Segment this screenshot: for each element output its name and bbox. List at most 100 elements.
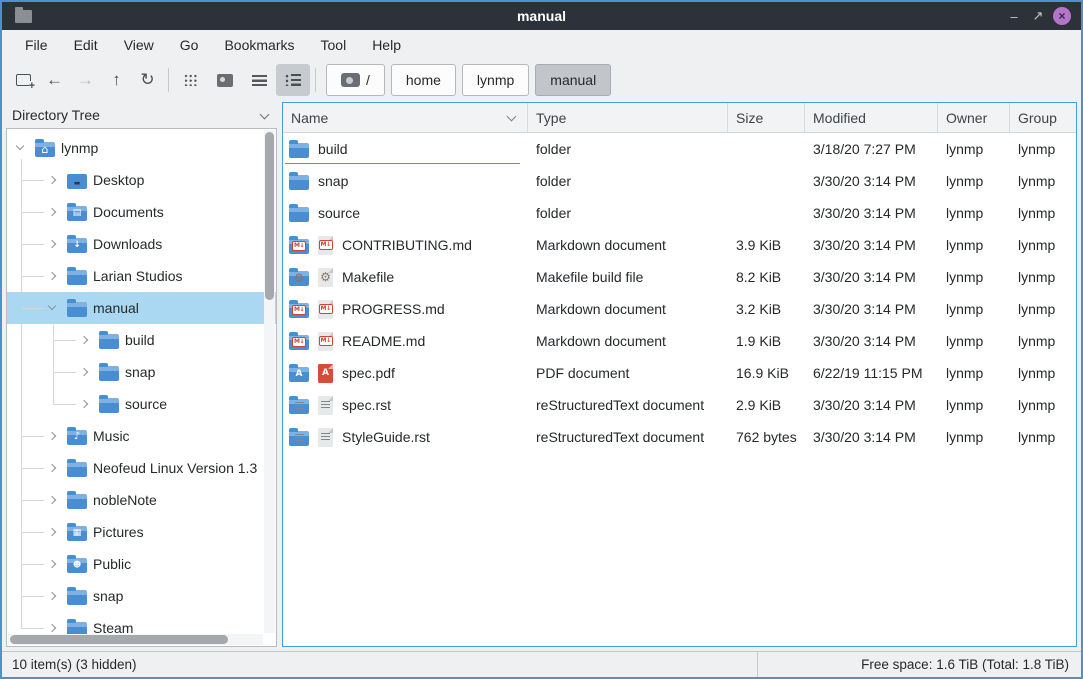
column-header-size[interactable]: Size — [728, 103, 805, 132]
file-owner: lynmp — [938, 205, 1010, 221]
file-name-cell[interactable]: PROGRESS.md — [283, 293, 528, 325]
file-row[interactable]: StyleGuide.rst reStructuredText document… — [283, 421, 1076, 453]
file-row[interactable]: Makefile Makefile build file 8.2 KiB 3/3… — [283, 261, 1076, 293]
tree-item[interactable]: snap — [7, 580, 276, 612]
minimize-button[interactable]: – — [1005, 7, 1023, 25]
expander-icon[interactable] — [45, 460, 61, 476]
menu-item[interactable]: Edit — [61, 33, 111, 57]
file-owner: lynmp — [938, 301, 1010, 317]
file-owner: lynmp — [938, 141, 1010, 157]
back-button[interactable]: ← — [39, 65, 70, 95]
column-header-modified[interactable]: Modified — [805, 103, 938, 132]
file-name-cell[interactable]: README.md — [283, 325, 528, 357]
tree-item[interactable]: snap — [7, 356, 276, 388]
menu-item[interactable]: View — [111, 33, 167, 57]
file-name-cell[interactable]: source — [283, 197, 528, 229]
up-button[interactable]: ↑ — [101, 65, 132, 95]
expander-icon[interactable] — [77, 396, 93, 412]
expander-icon[interactable] — [13, 140, 29, 156]
tree-item[interactable]: Neofeud Linux Version 1.3 — [7, 452, 276, 484]
file-name-cell[interactable]: Makefile — [283, 261, 528, 293]
expander-icon[interactable] — [45, 204, 61, 220]
tree-item[interactable]: build — [7, 324, 276, 356]
expander-icon[interactable] — [45, 428, 61, 444]
new-tab-icon — [16, 74, 31, 86]
scrollbar-thumb[interactable] — [265, 132, 274, 300]
document-icon — [318, 236, 333, 255]
menu-item[interactable]: Go — [167, 33, 212, 57]
file-name-cell[interactable]: CONTRIBUTING.md — [283, 229, 528, 261]
tree-vertical-scrollbar[interactable] — [264, 130, 275, 633]
file-row[interactable]: build folder 3/18/20 7:27 PM lynmp lynmp — [283, 133, 1076, 165]
file-list-header: Name Type Size Modified Owner Group — [283, 103, 1076, 133]
menu-item[interactable]: Tool — [308, 33, 360, 57]
file-name-cell[interactable]: snap — [283, 165, 528, 197]
directory-tree-header[interactable]: Directory Tree — [6, 102, 277, 128]
chevron-down-icon[interactable] — [261, 111, 269, 119]
file-name-cell[interactable]: StyleGuide.rst — [283, 421, 528, 453]
menu-item[interactable]: Help — [359, 33, 414, 57]
expander-icon[interactable] — [45, 268, 61, 284]
column-header-group[interactable]: Group — [1010, 103, 1076, 132]
file-owner: lynmp — [938, 237, 1010, 253]
close-button[interactable]: × — [1053, 7, 1071, 25]
column-header-name[interactable]: Name — [283, 103, 528, 132]
reload-button[interactable]: ↻ — [132, 65, 163, 95]
thumbnail-view-button[interactable] — [208, 64, 242, 96]
column-header-owner[interactable]: Owner — [938, 103, 1010, 132]
tree-item[interactable]: source — [7, 388, 276, 420]
tree-item[interactable]: Documents — [7, 196, 276, 228]
expander-icon[interactable] — [77, 332, 93, 348]
forward-button[interactable]: → — [70, 65, 101, 95]
document-icon — [318, 364, 333, 383]
menu-item[interactable]: Bookmarks — [211, 33, 307, 57]
tree-item[interactable]: lynmp — [7, 132, 276, 164]
maximize-button[interactable]: ↗ — [1029, 7, 1047, 25]
file-row[interactable]: PROGRESS.md Markdown document 3.2 KiB 3/… — [283, 293, 1076, 325]
path-segment-button[interactable]: / — [326, 64, 385, 96]
tree-item[interactable]: Pictures — [7, 516, 276, 548]
file-row[interactable]: source folder 3/30/20 3:14 PM lynmp lynm… — [283, 197, 1076, 229]
expander-icon[interactable] — [77, 364, 93, 380]
file-row[interactable]: CONTRIBUTING.md Markdown document 3.9 Ki… — [283, 229, 1076, 261]
path-segment-button[interactable]: home — [391, 64, 456, 96]
detailed-list-view-button[interactable] — [276, 64, 310, 96]
tree-item[interactable]: manual — [7, 292, 276, 324]
expander-icon[interactable] — [45, 236, 61, 252]
thumbnail-view-icon — [217, 74, 233, 87]
file-modified: 3/30/20 3:14 PM — [805, 205, 938, 221]
tree-item[interactable]: Public — [7, 548, 276, 580]
expander-icon[interactable] — [45, 492, 61, 508]
path-segment-button[interactable]: lynmp — [462, 64, 529, 96]
file-name-cell[interactable]: spec.pdf — [283, 357, 528, 389]
folder-glyph-icon — [67, 558, 87, 573]
expander-icon[interactable] — [45, 556, 61, 572]
file-row[interactable]: snap folder 3/30/20 3:14 PM lynmp lynmp — [283, 165, 1076, 197]
column-header-type[interactable]: Type — [528, 103, 728, 132]
file-row[interactable]: README.md Markdown document 1.9 KiB 3/30… — [283, 325, 1076, 357]
folder-icon — [289, 431, 309, 446]
path-segment-button[interactable]: manual — [535, 64, 611, 96]
expander-icon[interactable] — [45, 300, 61, 316]
expander-icon[interactable] — [45, 588, 61, 604]
tree-item[interactable]: Music — [7, 420, 276, 452]
tree-item[interactable]: nobleNote — [7, 484, 276, 516]
file-row[interactable]: spec.pdf PDF document 16.9 KiB 6/22/19 1… — [283, 357, 1076, 389]
file-name-cell[interactable]: build — [283, 133, 528, 165]
file-row[interactable]: spec.rst reStructuredText document 2.9 K… — [283, 389, 1076, 421]
expander-icon[interactable] — [45, 172, 61, 188]
new-tab-button[interactable] — [8, 65, 39, 95]
menu-item[interactable]: File — [12, 33, 61, 57]
scrollbar-thumb[interactable] — [10, 635, 228, 644]
expander-icon[interactable] — [45, 524, 61, 540]
tree-item[interactable]: Downloads — [7, 228, 276, 260]
tree-item[interactable]: Larian Studios — [7, 260, 276, 292]
folder-icon — [289, 143, 309, 158]
tree-item-label: source — [125, 396, 173, 412]
file-name-cell[interactable]: spec.rst — [283, 389, 528, 421]
tree-horizontal-scrollbar[interactable] — [8, 634, 263, 645]
tree-item[interactable]: Desktop — [7, 164, 276, 196]
compact-view-button[interactable] — [242, 64, 276, 96]
folder-icon — [99, 366, 119, 381]
icon-view-button[interactable] — [174, 64, 208, 96]
